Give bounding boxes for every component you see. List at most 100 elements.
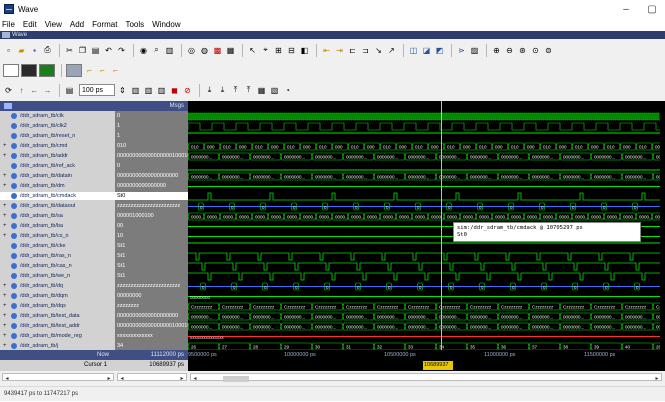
signal-row[interactable]: /ddr_sdram_tb/clk2 1	[0, 122, 188, 130]
next-edge-icon[interactable]: ⇥	[334, 45, 345, 56]
wave-compare-add-icon[interactable]: ◪	[421, 45, 432, 56]
run-length-icon[interactable]: ▤	[64, 85, 75, 96]
zoom-in-icon[interactable]: ⊕	[491, 45, 502, 56]
wave-scroll-thumb[interactable]	[223, 376, 249, 382]
wave-compare-icon[interactable]: ◫	[408, 45, 419, 56]
wave-step-icon[interactable]: ⌐	[110, 65, 121, 76]
scroll-right-icon[interactable]: ▸	[105, 375, 113, 383]
signal-name-cell[interactable]: /ddr_sdram_tb/clk	[0, 112, 115, 120]
expand-toggle-icon[interactable]: +	[3, 203, 8, 209]
signal-name-cell[interactable]: + /ddr_sdram_tb/cs_n	[0, 232, 115, 240]
menu-add[interactable]: Add	[70, 20, 84, 29]
signal-name-cell[interactable]: + /ddr_sdram_tb/j	[0, 342, 115, 350]
delete-cursor-icon[interactable]: ◧	[299, 45, 310, 56]
break-icon[interactable]: ◍	[199, 45, 210, 56]
run-icon[interactable]: ▥	[130, 85, 141, 96]
run-all-icon[interactable]: ▥	[143, 85, 154, 96]
signal-row[interactable]: /ddr_sdram_tb/we_n St1	[0, 272, 188, 280]
signal-row[interactable]: + /ddr_sdram_tb/sa 000001000100	[0, 212, 188, 220]
cursor-label[interactable]: Cursor 1	[0, 360, 115, 371]
signal-name-cell[interactable]: + /ddr_sdram_tb/dm	[0, 182, 115, 190]
format-logic-icon[interactable]	[21, 63, 37, 77]
signal-name-cell[interactable]: /ddr_sdram_tb/cas_n	[0, 262, 115, 270]
redo-icon[interactable]: ↷	[116, 45, 127, 56]
insert-cursor-icon[interactable]: ⊟	[286, 45, 297, 56]
menu-edit[interactable]: Edit	[23, 20, 37, 29]
step-over-icon[interactable]: ⤓	[217, 85, 228, 96]
step-out-icon[interactable]: ⤒	[230, 85, 241, 96]
continue-icon[interactable]: ▥	[156, 85, 167, 96]
signal-row[interactable]: + /ddr_sdram_tb/test_addr 0000000000000000…	[0, 322, 188, 330]
restore-button[interactable]: ▢	[639, 0, 665, 18]
performance-icon[interactable]: ▦	[256, 85, 267, 96]
break-run-icon[interactable]: ◼	[169, 85, 180, 96]
wave-scrollbar[interactable]: ◂ ▸	[190, 373, 662, 383]
up-arrow-icon[interactable]: ↑	[16, 85, 27, 96]
zoom-cursor-icon[interactable]: ⊙	[530, 45, 541, 56]
name-scrollbar[interactable]: ◂ ▸	[2, 373, 114, 383]
run-length-spinner-icon[interactable]: ⇕	[117, 85, 128, 96]
menu-tools[interactable]: Tools	[125, 20, 144, 29]
signal-name-cell[interactable]: + /ddr_sdram_tb/cmd	[0, 142, 115, 150]
scroll-right-icon[interactable]: ▸	[653, 375, 661, 383]
expand-toggle-icon[interactable]: +	[3, 303, 8, 309]
rising-edge-icon[interactable]: ↗	[386, 45, 397, 56]
select-mode-icon[interactable]: ↖	[247, 45, 258, 56]
falling-edge-icon[interactable]: ↘	[373, 45, 384, 56]
signal-row[interactable]: + /ddr_sdram_tb/j 34	[0, 342, 188, 350]
signal-row[interactable]: /ddr_sdram_tb/ref_ack 0	[0, 162, 188, 170]
expand-toggle-icon[interactable]: +	[3, 173, 8, 179]
cursor-line[interactable]	[441, 101, 442, 371]
signal-name-cell[interactable]: + /ddr_sdram_tb/dataout	[0, 202, 115, 210]
print-icon[interactable]: ⎙	[42, 45, 53, 56]
menu-window[interactable]: Window	[152, 20, 180, 29]
wave-edge-icon[interactable]: ⌐	[84, 65, 95, 76]
wave-compare-run-icon[interactable]: ◩	[434, 45, 445, 56]
signal-row[interactable]: + /ddr_sdram_tb/dqm 00000000	[0, 292, 188, 300]
cursor-flag[interactable]: 10689937 ps	[423, 361, 453, 377]
cut-icon[interactable]: ✂	[64, 45, 75, 56]
new-file-icon[interactable]: ▫	[3, 45, 14, 56]
signal-name-cell[interactable]: + /ddr_sdram_tb/dqs	[0, 302, 115, 310]
signal-row[interactable]: /ddr_sdram_tb/cke St1	[0, 242, 188, 250]
signal-name-cell[interactable]: /ddr_sdram_tb/cke	[0, 242, 115, 250]
format-event-icon[interactable]	[39, 63, 55, 77]
signal-row[interactable]: + /ddr_sdram_tb/mode_reg xxxxxxxxxxxxx	[0, 332, 188, 340]
step-into-icon[interactable]: ⤓	[204, 85, 215, 96]
signal-row[interactable]: /ddr_sdram_tb/reset_n 1	[0, 132, 188, 140]
expand-toggle-icon[interactable]: +	[3, 283, 8, 289]
format-literal-icon[interactable]	[3, 63, 19, 77]
signal-name-cell[interactable]: /ddr_sdram_tb/clk2	[0, 122, 115, 130]
expand-toggle-icon[interactable]: +	[3, 143, 8, 149]
signal-name-cell[interactable]: /ddr_sdram_tb/we_n	[0, 272, 115, 280]
signal-name-cell[interactable]: + /ddr_sdram_tb/mode_reg	[0, 332, 115, 340]
signal-row[interactable]: + /ddr_sdram_tb/dqs zzzzzzzz	[0, 302, 188, 310]
minimize-button[interactable]: –	[613, 0, 639, 18]
zoom-full-icon[interactable]: ⊛	[517, 45, 528, 56]
prev-edge-icon[interactable]: ⇤	[321, 45, 332, 56]
menu-view[interactable]: View	[45, 20, 62, 29]
signal-name-cell[interactable]: /ddr_sdram_tb/cmdack	[0, 192, 115, 200]
signal-row[interactable]: + /ddr_sdram_tb/ba 00	[0, 222, 188, 230]
open-folder-icon[interactable]: ▰	[16, 45, 27, 56]
signal-row[interactable]: /ddr_sdram_tb/ras_n St1	[0, 252, 188, 260]
expand-toggle-icon[interactable]: +	[3, 183, 8, 189]
format-analog-icon[interactable]	[66, 63, 82, 77]
signal-row[interactable]: + /ddr_sdram_tb/datain 0000000000000000000…	[0, 172, 188, 180]
zoom-out-icon[interactable]: ⊖	[504, 45, 515, 56]
signal-name-cell[interactable]: + /ddr_sdram_tb/datain	[0, 172, 115, 180]
save-icon[interactable]: ▪	[29, 45, 40, 56]
signal-row[interactable]: + /ddr_sdram_tb/cs_n 10	[0, 232, 188, 240]
signal-name-cell[interactable]: /ddr_sdram_tb/ras_n	[0, 252, 115, 260]
scroll-right-icon[interactable]: ▸	[178, 375, 186, 383]
step-back-icon[interactable]: ⤒	[243, 85, 254, 96]
signal-row[interactable]: + /ddr_sdram_tb/dataout zzzzzzzzzzzzzzzzzz…	[0, 202, 188, 210]
signal-row[interactable]: /ddr_sdram_tb/cas_n St1	[0, 262, 188, 270]
expand-toggle-icon[interactable]: +	[3, 223, 8, 229]
stop-icon[interactable]: ⊘	[182, 85, 193, 96]
memory-icon[interactable]: ▨	[469, 45, 480, 56]
bookmark-icon[interactable]: ▥	[164, 45, 175, 56]
expand-toggle-icon[interactable]: +	[3, 233, 8, 239]
edit-mode-icon[interactable]: ⊞	[273, 45, 284, 56]
scroll-left-icon[interactable]: ◂	[191, 375, 199, 383]
